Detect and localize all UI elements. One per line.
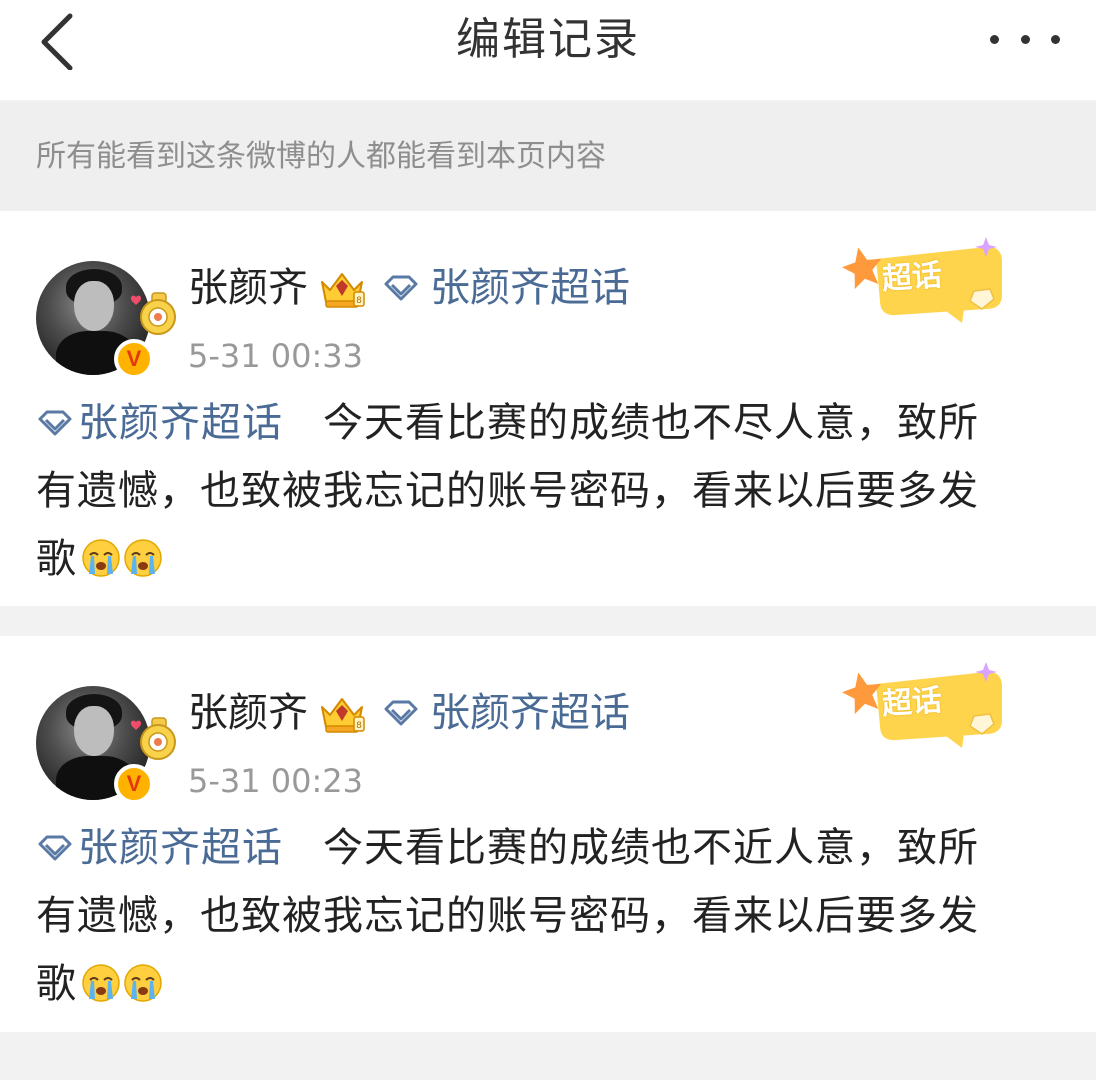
avatar-pendant-icon: [128, 289, 178, 339]
avatar[interactable]: V: [36, 261, 154, 379]
more-dots-icon: [990, 34, 999, 44]
user-info-row: 张颜齐 张颜齐超话: [188, 261, 630, 315]
post-body-line: 今天看比赛的成绩也不尽人意，致所: [323, 400, 979, 446]
super-topic-name: 张颜齐超话: [430, 265, 630, 311]
post-timestamp: 5-31 00:23: [188, 762, 364, 800]
more-options-button[interactable]: [990, 26, 1060, 52]
super-topic-badge[interactable]: 超话: [836, 237, 1004, 323]
post-timestamp: 5-31 00:33: [188, 337, 364, 375]
avatar-pendant-icon: [128, 714, 178, 764]
inline-topic-link[interactable]: 张颜齐超话: [36, 400, 283, 446]
super-topic-name: 张颜齐超话: [430, 690, 630, 736]
crown-icon: [316, 691, 368, 735]
verified-badge-icon: V: [114, 339, 154, 379]
post-body: 张颜齐超话 今天看比赛的成绩也不近人意，致所有遗憾，也致被我忘记的账号密码，看来以…: [36, 814, 1066, 1018]
avatar[interactable]: V: [36, 686, 154, 804]
visibility-notice: 所有能看到这条微博的人都能看到本页内容: [0, 102, 1096, 210]
inline-topic-text: 张颜齐超话: [78, 825, 283, 871]
super-topic-link[interactable]: 张颜齐超话: [382, 686, 630, 740]
post-body-line: 有遗憾，也致被我忘记的账号密码，看来以后要多发: [36, 468, 979, 514]
inline-topic-text: 张颜齐超话: [78, 400, 283, 446]
diamond-icon: [36, 833, 74, 863]
crying-face-icon: [81, 963, 121, 1003]
inline-topic-link[interactable]: 张颜齐超话: [36, 825, 283, 871]
top-navigation-bar: 编辑记录: [0, 0, 1096, 100]
post-body-line: 今天看比赛的成绩也不近人意，致所: [323, 825, 979, 871]
more-dot: [1051, 34, 1060, 44]
user-name[interactable]: 张颜齐: [188, 686, 308, 740]
verified-badge-icon: V: [114, 764, 154, 804]
notice-text: 所有能看到这条微博的人都能看到本页内容: [36, 139, 606, 174]
super-topic-badge-label: 超话: [880, 257, 944, 298]
post-body-line: 歌: [36, 961, 77, 1007]
edit-record-card: V 张颜齐 张颜齐超话 5-31 00:23 超话 张颜齐超话 今天看比赛的成绩也…: [0, 636, 1096, 1032]
post-body-line: 有遗憾，也致被我忘记的账号密码，看来以后要多发: [36, 893, 979, 939]
diamond-icon: [382, 698, 420, 728]
more-dot: [1020, 34, 1030, 44]
post-body-line: 歌: [36, 536, 77, 582]
diamond-icon: [382, 273, 420, 303]
post-body: 张颜齐超话 今天看比赛的成绩也不尽人意，致所有遗憾，也致被我忘记的账号密码，看来以…: [36, 389, 1066, 593]
diamond-icon: [36, 408, 74, 438]
crown-icon: [316, 266, 368, 310]
crying-face-icon: [123, 538, 163, 578]
super-topic-badge-label: 超话: [880, 682, 944, 723]
crying-face-icon: [81, 538, 121, 578]
edit-record-card: V 张颜齐 张颜齐超话 5-31 00:33 超话 张颜齐超话 今天看比赛的成绩也…: [0, 211, 1096, 606]
page-title: 编辑记录: [456, 14, 640, 65]
crying-face-icon: [123, 963, 163, 1003]
user-info-row: 张颜齐 张颜齐超话: [188, 686, 630, 740]
super-topic-badge[interactable]: 超话: [836, 662, 1004, 748]
user-name[interactable]: 张颜齐: [188, 261, 308, 315]
super-topic-link[interactable]: 张颜齐超话: [382, 261, 630, 315]
